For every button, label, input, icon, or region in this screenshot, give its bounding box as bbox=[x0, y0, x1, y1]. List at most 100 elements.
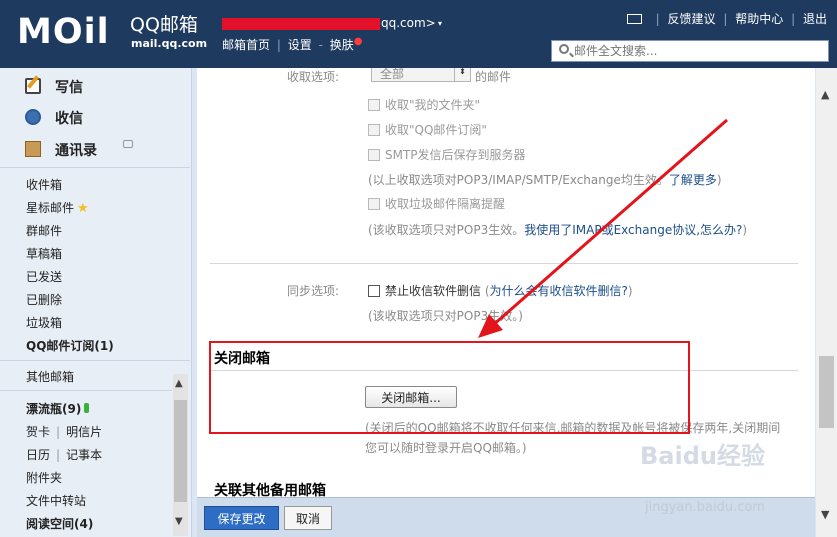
sidebar-item-reading-space[interactable]: 阅读空间(4) bbox=[26, 515, 93, 531]
settings-content: 收取选项: 全部 ⬍ 的邮件 收取"我的文件夹" 收取"QQ邮件订阅" SMTP… bbox=[197, 68, 815, 497]
sidebar-item-inbox[interactable]: 收件箱 bbox=[26, 176, 62, 192]
scroll-up-icon[interactable]: ▲ bbox=[821, 88, 829, 101]
redacted-account bbox=[222, 18, 380, 30]
sidebar-item-spam[interactable]: 垃圾箱 bbox=[26, 314, 62, 330]
contacts-icon bbox=[25, 141, 41, 157]
nav-change-skin[interactable]: 换肤 bbox=[330, 38, 354, 52]
protocols-note: (以上收取选项对POP3/IMAP/SMTP/Exchange均生效。了解更多) bbox=[368, 171, 722, 188]
sidebar-item-group-mail[interactable]: 群邮件 bbox=[26, 222, 62, 238]
nav-mail-home[interactable]: 邮箱首页 bbox=[222, 38, 270, 52]
sidebar-row-cards: 贺卡 | 明信片 bbox=[26, 423, 102, 439]
account-suffix: qq.com> bbox=[381, 16, 436, 30]
sidebar: 写信 收信 通讯录 收件箱 星标邮件 ★ 群邮件 草稿箱 已发送 已删除 垃圾箱 … bbox=[0, 68, 192, 537]
protocols-note-text: (以上收取选项对POP3/IMAP/SMTP/Exchange均生效。 bbox=[368, 173, 669, 187]
inbox-check-button[interactable]: 收信 bbox=[25, 108, 83, 130]
search-box[interactable] bbox=[551, 40, 829, 62]
bottle-icon bbox=[84, 403, 90, 413]
baidu-jingyan-logo: Baidu经验 bbox=[640, 442, 765, 470]
scroll-down-icon[interactable]: ▼ bbox=[175, 516, 183, 527]
option-spam-isolation[interactable]: 收取垃圾邮件隔离提醒 bbox=[368, 195, 505, 212]
baidu-watermark: Baidu经验 bbox=[640, 438, 820, 473]
pop3-note: (该收取选项只对POP3生效。我使用了IMAP或Exchange协议,怎么办?) bbox=[368, 221, 747, 238]
sidebar-item-drift-bottle[interactable]: 漂流瓶(9) bbox=[26, 400, 90, 416]
receive-label: 收信 bbox=[55, 111, 83, 127]
sidebar-item-starred[interactable]: 星标邮件 ★ bbox=[26, 199, 89, 216]
feedback-link[interactable]: 反馈建议 bbox=[668, 12, 716, 26]
checkbox[interactable] bbox=[368, 198, 380, 210]
option-smtp-save[interactable]: SMTP发信后保存到服务器 bbox=[368, 146, 526, 163]
account-switcher[interactable]: qq.com> ▾ bbox=[222, 16, 446, 32]
drift-bottle-label: 漂流瓶(9) bbox=[26, 402, 82, 416]
cancel-button[interactable]: 取消 bbox=[284, 506, 332, 530]
sidebar-item-notepad[interactable]: 记事本 bbox=[66, 448, 102, 462]
search-icon bbox=[559, 44, 569, 54]
sidebar-item-file-transfer[interactable]: 文件中转站 bbox=[26, 492, 86, 508]
option-qq-subscription[interactable]: 收取"QQ邮件订阅" bbox=[368, 121, 487, 138]
updown-icon: ⬍ bbox=[454, 68, 470, 81]
sidebar-row-calendar: 日历 | 记事本 bbox=[26, 446, 102, 462]
linked-mailbox-title: 关联其他备用邮箱 bbox=[214, 483, 326, 497]
qqmail-logo[interactable]: MOil bbox=[17, 14, 110, 50]
write-button[interactable]: 写信 bbox=[25, 77, 83, 99]
top-link-separator: | bbox=[655, 12, 660, 26]
option-smtp-save-label: SMTP发信后保存到服务器 bbox=[385, 148, 526, 162]
scroll-down-icon[interactable]: ▼ bbox=[821, 508, 829, 521]
separator: | bbox=[56, 425, 61, 439]
keyboard-icon[interactable] bbox=[626, 14, 642, 24]
star-icon: ★ bbox=[77, 201, 89, 216]
brand-name: QQ邮箱 bbox=[130, 14, 198, 36]
header-nav: 邮箱首页 | 设置 - 换肤● bbox=[222, 36, 362, 53]
option-my-folders[interactable]: 收取"我的文件夹" bbox=[368, 96, 480, 113]
starred-label: 星标邮件 bbox=[26, 201, 75, 215]
receive-option-label: 收取选项: bbox=[287, 70, 340, 84]
sidebar-item-drafts[interactable]: 草稿箱 bbox=[26, 245, 62, 261]
scroll-up-icon[interactable]: ▲ bbox=[175, 378, 183, 389]
watermark-brand: Baidu经验 bbox=[640, 442, 765, 470]
search-input[interactable] bbox=[574, 43, 824, 59]
checkbox[interactable] bbox=[368, 99, 380, 111]
close-mailbox-note-2: 您可以随时登录开启QQ邮箱。) bbox=[365, 441, 527, 455]
contacts-button[interactable]: 通讯录 bbox=[25, 140, 97, 162]
receive-option-select[interactable]: 全部 ⬍ bbox=[371, 68, 471, 82]
top-links: | 反馈建议 | 帮助中心 | 退出 bbox=[626, 10, 827, 27]
brand-url: mail.qq.com bbox=[131, 37, 208, 50]
chat-icon[interactable] bbox=[123, 140, 133, 148]
option-qq-subscription-label: 收取"QQ邮件订阅" bbox=[385, 123, 487, 137]
sidebar-divider bbox=[0, 360, 190, 361]
sidebar-item-qq-subscription[interactable]: QQ邮件订阅(1) bbox=[26, 337, 114, 353]
note-close: ) bbox=[716, 173, 722, 187]
sidebar-scrollbar[interactable]: ▲ ▼ bbox=[173, 374, 188, 536]
sidebar-item-other-mailbox[interactable]: 其他邮箱 bbox=[26, 368, 74, 384]
option-spam-isolation-label: 收取垃圾邮件隔离提醒 bbox=[385, 197, 506, 211]
help-center-link[interactable]: 帮助中心 bbox=[735, 12, 783, 26]
checkbox[interactable] bbox=[368, 124, 380, 136]
sync-pop3-note: (该收取选项只对POP3生效。) bbox=[368, 309, 523, 323]
sidebar-item-postcard[interactable]: 明信片 bbox=[66, 425, 102, 439]
why-delete-link[interactable]: 为什么会有收信软件删信? bbox=[490, 284, 628, 298]
option-no-delete[interactable]: 禁止收信软件删信 (为什么会有收信软件删信?) bbox=[368, 282, 633, 299]
sidebar-item-attachments[interactable]: 附件夹 bbox=[26, 469, 62, 485]
compose-section: 写信 收信 通讯录 bbox=[0, 68, 190, 168]
highlight-box bbox=[209, 341, 690, 434]
save-button[interactable]: 保存更改 bbox=[204, 506, 279, 530]
receive-option-value: 全部 bbox=[380, 68, 405, 81]
scrollbar-thumb[interactable] bbox=[819, 356, 834, 428]
top-link-separator: | bbox=[791, 12, 796, 26]
logout-link[interactable]: 退出 bbox=[803, 12, 827, 26]
learn-more-link[interactable]: 了解更多 bbox=[669, 173, 717, 187]
note-close: ) bbox=[742, 223, 748, 237]
receive-icon bbox=[25, 109, 41, 125]
nav-settings[interactable]: 设置 bbox=[288, 38, 312, 52]
sidebar-item-sent[interactable]: 已发送 bbox=[26, 268, 62, 284]
scrollbar-thumb[interactable] bbox=[174, 400, 187, 502]
option-no-delete-label: 禁止收信软件删信 bbox=[385, 284, 482, 298]
chevron-down-icon: ▾ bbox=[438, 19, 443, 28]
sidebar-item-deleted[interactable]: 已删除 bbox=[26, 291, 62, 307]
option-my-folders-label: 收取"我的文件夹" bbox=[385, 98, 481, 112]
imap-help-link[interactable]: 我使用了IMAP或Exchange协议,怎么办? bbox=[524, 223, 742, 237]
sidebar-item-calendar[interactable]: 日历 bbox=[26, 448, 50, 462]
sidebar-item-card[interactable]: 贺卡 bbox=[26, 425, 50, 439]
watermark-url: jingyan.baidu.com bbox=[645, 500, 765, 515]
checkbox[interactable] bbox=[368, 285, 380, 297]
checkbox[interactable] bbox=[368, 149, 380, 161]
